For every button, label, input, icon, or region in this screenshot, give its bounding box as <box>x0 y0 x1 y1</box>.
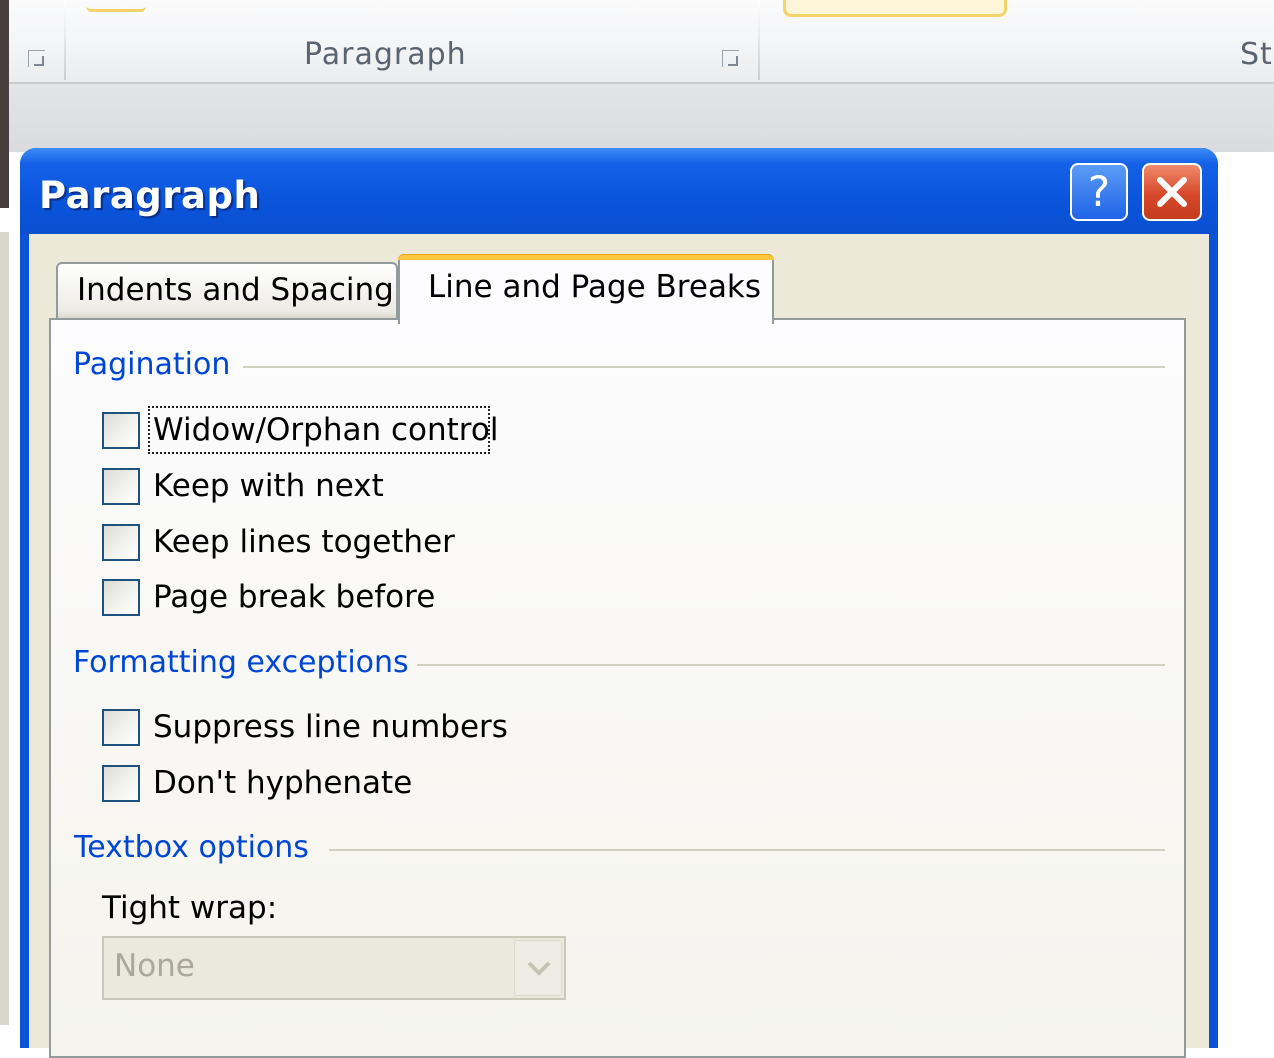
checkbox-label: Don't hyphenate <box>153 765 413 801</box>
dialog-title: Paragraph <box>39 174 261 217</box>
dialog-launcher-icon[interactable] <box>28 50 45 67</box>
tight-wrap-value: None <box>114 948 195 984</box>
formatting-exceptions-header: Formatting exceptions <box>73 645 409 680</box>
help-icon: ? <box>1087 167 1111 216</box>
dialog-title-bar[interactable]: Paragraph ? <box>20 148 1218 234</box>
ribbon-group-label-styles: St <box>1240 37 1273 72</box>
tab-line-and-page-breaks[interactable]: Line and Page Breaks <box>398 254 774 324</box>
dropdown-button[interactable] <box>514 940 562 996</box>
keep-with-next-checkbox[interactable] <box>102 468 140 505</box>
checkbox-label: Widow/Orphan control <box>153 412 499 448</box>
widow-orphan-control-checkbox[interactable] <box>102 412 140 449</box>
chevron-down-icon <box>527 961 551 976</box>
styles-gallery-item[interactable] <box>783 0 1007 17</box>
dont-hyphenate-checkbox[interactable] <box>102 765 140 802</box>
ribbon <box>9 0 1274 84</box>
window-edge <box>0 0 9 208</box>
tab-indents-and-spacing[interactable]: Indents and Spacing <box>56 262 398 320</box>
ribbon-gallery-item[interactable] <box>86 0 146 12</box>
tab-label: Line and Page Breaks <box>428 269 762 305</box>
checkbox-label: Suppress line numbers <box>153 709 508 745</box>
group-divider <box>329 849 1165 851</box>
paragraph-dialog: Paragraph ? Indents and Spacing Line and… <box>20 148 1218 1058</box>
checkbox-label: Keep lines together <box>153 524 455 560</box>
checkbox-label: Keep with next <box>153 468 384 504</box>
checkbox-label: Page break before <box>153 579 436 615</box>
ribbon-group-separator <box>64 0 66 80</box>
ribbon-group-label-paragraph: Paragraph <box>304 37 467 72</box>
paragraph-dialog-launcher-icon[interactable] <box>722 50 739 67</box>
group-divider <box>417 664 1165 666</box>
suppress-line-numbers-checkbox[interactable] <box>102 709 140 746</box>
help-button[interactable]: ? <box>1070 163 1128 221</box>
document-edge <box>0 232 9 1025</box>
keep-lines-together-checkbox[interactable] <box>102 524 140 561</box>
page-break-before-checkbox[interactable] <box>102 579 140 616</box>
close-icon <box>1157 177 1187 207</box>
close-button[interactable] <box>1142 163 1202 221</box>
tight-wrap-dropdown[interactable]: None <box>102 936 566 1000</box>
ribbon-group-separator <box>758 0 760 80</box>
textbox-options-header: Textbox options <box>74 830 309 865</box>
ribbon-lower-strip <box>9 84 1274 152</box>
tight-wrap-label: Tight wrap: <box>102 890 278 926</box>
pagination-header: Pagination <box>73 347 231 382</box>
group-divider <box>243 366 1165 368</box>
tab-label: Indents and Spacing <box>77 272 394 308</box>
dialog-client-area: Indents and Spacing Line and Page Breaks… <box>29 234 1209 1058</box>
